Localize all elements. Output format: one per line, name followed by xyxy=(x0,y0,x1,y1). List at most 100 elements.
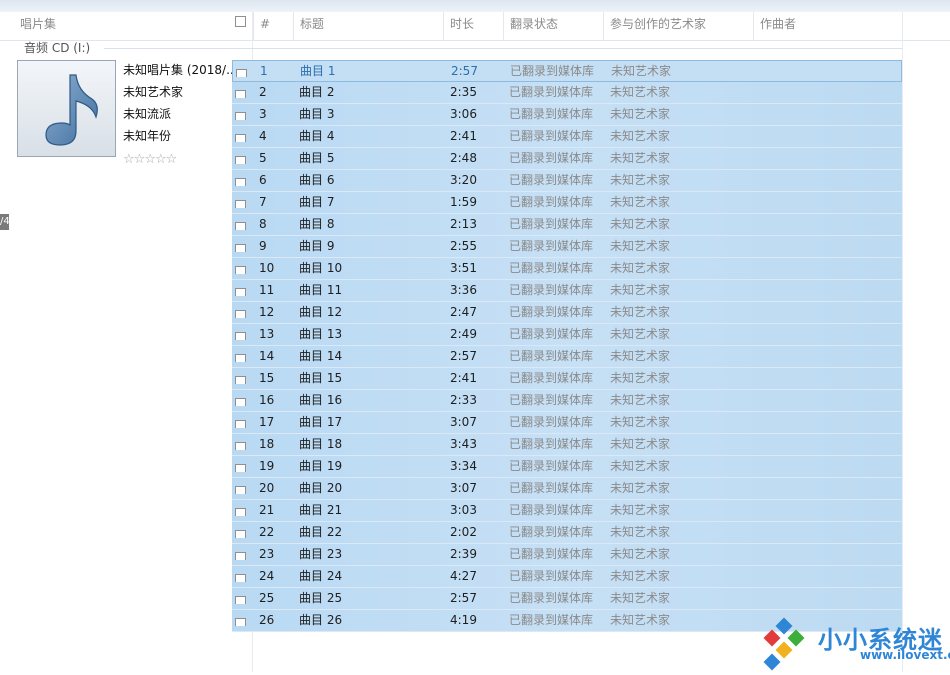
track-title[interactable]: 曲目 7 xyxy=(299,192,334,214)
star-icon[interactable]: ☆ xyxy=(134,152,146,167)
checkbox-box[interactable] xyxy=(235,354,246,362)
track-row[interactable]: 10 曲目 10 3:51 已翻录到媒体库 未知艺术家 xyxy=(232,258,902,280)
checkbox-box[interactable] xyxy=(235,596,246,604)
track-row[interactable]: 19 曲目 19 3:34 已翻录到媒体库 未知艺术家 xyxy=(232,456,902,478)
track-title[interactable]: 曲目 14 xyxy=(299,346,342,368)
track-artist[interactable]: 未知艺术家 xyxy=(610,456,670,478)
track-checkbox[interactable] xyxy=(235,285,246,296)
checkbox-box[interactable] xyxy=(235,200,246,208)
track-artist[interactable]: 未知艺术家 xyxy=(610,522,670,544)
track-artist[interactable]: 未知艺术家 xyxy=(610,170,670,192)
track-checkbox[interactable] xyxy=(235,351,246,362)
track-row[interactable]: 7 曲目 7 1:59 已翻录到媒体库 未知艺术家 xyxy=(232,192,902,214)
track-title[interactable]: 曲目 11 xyxy=(299,280,342,302)
checkbox-box[interactable] xyxy=(235,178,246,186)
column-header-title[interactable]: 标题 xyxy=(293,12,443,40)
track-checkbox[interactable] xyxy=(235,263,246,274)
track-checkbox[interactable] xyxy=(235,549,246,560)
track-artist[interactable]: 未知艺术家 xyxy=(610,588,670,610)
track-title[interactable]: 曲目 22 xyxy=(299,522,342,544)
track-title[interactable]: 曲目 2 xyxy=(299,82,334,104)
album-genre[interactable]: 未知流派 xyxy=(123,105,171,122)
track-row[interactable]: 8 曲目 8 2:13 已翻录到媒体库 未知艺术家 xyxy=(232,214,902,236)
star-icon[interactable]: ☆ xyxy=(155,152,167,167)
track-row[interactable]: 20 曲目 20 3:07 已翻录到媒体库 未知艺术家 xyxy=(232,478,902,500)
track-title[interactable]: 曲目 4 xyxy=(299,126,334,148)
track-title[interactable]: 曲目 20 xyxy=(299,478,342,500)
album-art[interactable] xyxy=(17,60,116,157)
album-title[interactable]: 未知唱片集 (2018/... xyxy=(123,61,238,78)
track-artist[interactable]: 未知艺术家 xyxy=(610,478,670,500)
track-checkbox[interactable] xyxy=(235,615,246,626)
track-row[interactable]: 23 曲目 23 2:39 已翻录到媒体库 未知艺术家 xyxy=(232,544,902,566)
checkbox-box[interactable] xyxy=(235,398,246,406)
album-rating-stars[interactable]: ☆☆☆☆☆ xyxy=(123,152,177,167)
track-row[interactable]: 11 曲目 11 3:36 已翻录到媒体库 未知艺术家 xyxy=(232,280,902,302)
track-checkbox[interactable] xyxy=(235,571,246,582)
track-checkbox[interactable] xyxy=(235,197,246,208)
track-row[interactable]: 3 曲目 3 3:06 已翻录到媒体库 未知艺术家 xyxy=(232,104,902,126)
star-icon[interactable]: ☆ xyxy=(123,152,135,167)
track-title[interactable]: 曲目 3 xyxy=(299,104,334,126)
track-row[interactable]: 22 曲目 22 2:02 已翻录到媒体库 未知艺术家 xyxy=(232,522,902,544)
album-artist[interactable]: 未知艺术家 xyxy=(123,83,183,100)
track-checkbox[interactable] xyxy=(235,241,246,252)
track-artist[interactable]: 未知艺术家 xyxy=(610,126,670,148)
track-title[interactable]: 曲目 12 xyxy=(299,302,342,324)
track-row[interactable]: 12 曲目 12 2:47 已翻录到媒体库 未知艺术家 xyxy=(232,302,902,324)
track-title[interactable]: 曲目 23 xyxy=(299,544,342,566)
track-title[interactable]: 曲目 1 xyxy=(300,61,335,83)
checkbox-box[interactable] xyxy=(235,442,246,450)
track-artist[interactable]: 未知艺术家 xyxy=(611,61,671,83)
column-header-rip-status[interactable]: 翻录状态 xyxy=(503,12,603,40)
checkbox-box[interactable] xyxy=(235,112,246,120)
track-checkbox[interactable] xyxy=(235,329,246,340)
track-artist[interactable]: 未知艺术家 xyxy=(610,390,670,412)
track-title[interactable]: 曲目 9 xyxy=(299,236,334,258)
track-artist[interactable]: 未知艺术家 xyxy=(610,236,670,258)
track-artist[interactable]: 未知艺术家 xyxy=(610,610,670,632)
column-header-composer[interactable]: 作曲者 xyxy=(753,12,903,40)
track-artist[interactable]: 未知艺术家 xyxy=(610,280,670,302)
checkbox-box[interactable] xyxy=(235,90,246,98)
track-title[interactable]: 曲目 15 xyxy=(299,368,342,390)
track-row[interactable]: 16 曲目 16 2:33 已翻录到媒体库 未知艺术家 xyxy=(232,390,902,412)
checkbox-box[interactable] xyxy=(236,69,247,77)
track-row[interactable]: 14 曲目 14 2:57 已翻录到媒体库 未知艺术家 xyxy=(232,346,902,368)
track-checkbox[interactable] xyxy=(235,593,246,604)
checkbox-box[interactable] xyxy=(235,464,246,472)
track-artist[interactable]: 未知艺术家 xyxy=(610,82,670,104)
checkbox-box[interactable] xyxy=(235,222,246,230)
track-artist[interactable]: 未知艺术家 xyxy=(610,258,670,280)
column-header-contributing-artists[interactable]: 参与创作的艺术家 xyxy=(603,12,753,40)
track-checkbox[interactable] xyxy=(235,527,246,538)
track-checkbox[interactable] xyxy=(235,483,246,494)
track-artist[interactable]: 未知艺术家 xyxy=(610,544,670,566)
track-title[interactable]: 曲目 13 xyxy=(299,324,342,346)
group-label-audio-cd[interactable]: 音频 CD (I:) xyxy=(24,40,90,56)
checkbox-box[interactable] xyxy=(235,310,246,318)
track-checkbox[interactable] xyxy=(235,505,246,516)
track-row[interactable]: 4 曲目 4 2:41 已翻录到媒体库 未知艺术家 xyxy=(232,126,902,148)
track-title[interactable]: 曲目 24 xyxy=(299,566,342,588)
track-title[interactable]: 曲目 26 xyxy=(299,610,342,632)
track-title[interactable]: 曲目 18 xyxy=(299,434,342,456)
track-checkbox[interactable] xyxy=(235,87,246,98)
track-checkbox[interactable] xyxy=(235,417,246,428)
checkbox-box[interactable] xyxy=(235,486,246,494)
track-artist[interactable]: 未知艺术家 xyxy=(610,302,670,324)
track-artist[interactable]: 未知艺术家 xyxy=(610,346,670,368)
track-checkbox[interactable] xyxy=(235,109,246,120)
track-row[interactable]: 6 曲目 6 3:20 已翻录到媒体库 未知艺术家 xyxy=(232,170,902,192)
checkbox-box[interactable] xyxy=(235,376,246,384)
track-title[interactable]: 曲目 6 xyxy=(299,170,334,192)
select-all-checkbox-cell[interactable] xyxy=(233,12,253,40)
album-year[interactable]: 未知年份 xyxy=(123,127,171,144)
track-checkbox[interactable] xyxy=(235,439,246,450)
checkbox-box[interactable] xyxy=(235,552,246,560)
track-artist[interactable]: 未知艺术家 xyxy=(610,500,670,522)
checkbox-box[interactable] xyxy=(235,574,246,582)
track-row[interactable]: 24 曲目 24 4:27 已翻录到媒体库 未知艺术家 xyxy=(232,566,902,588)
track-row[interactable]: 13 曲目 13 2:49 已翻录到媒体库 未知艺术家 xyxy=(232,324,902,346)
track-artist[interactable]: 未知艺术家 xyxy=(610,148,670,170)
